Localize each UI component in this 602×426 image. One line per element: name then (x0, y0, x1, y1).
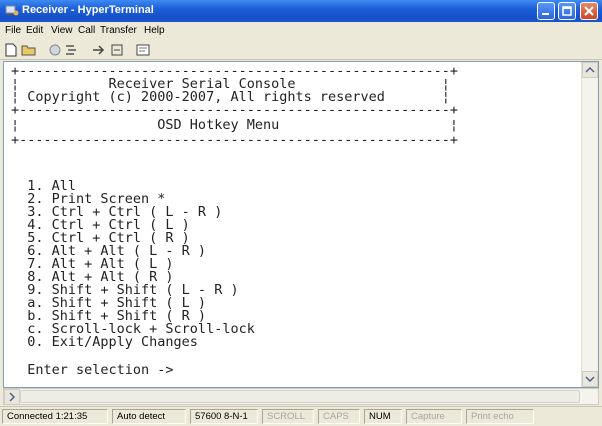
call-icon[interactable] (48, 43, 62, 57)
horizontal-scrollbar[interactable] (3, 388, 599, 405)
chevron-right-icon (9, 392, 16, 402)
status-capture: Capture (406, 409, 462, 424)
scroll-down-button[interactable] (582, 371, 598, 387)
status-bar: Connected 1:21:35 Auto detect 57600 8-N-… (0, 406, 602, 426)
scroll-up-button[interactable] (582, 62, 598, 78)
menu-file[interactable]: File (5, 25, 21, 36)
maximize-button[interactable] (558, 2, 576, 20)
terminal-line: +---------------------------------------… (11, 102, 459, 118)
title-bar: Receiver - HyperTerminal (0, 0, 602, 22)
new-file-icon[interactable] (5, 43, 17, 57)
status-num: NUM (364, 409, 402, 424)
status-scroll: SCROLL (262, 409, 314, 424)
terminal-line: +---------------------------------------… (11, 132, 459, 148)
menu-help[interactable]: Help (144, 25, 165, 36)
menu-transfer[interactable]: Transfer (100, 25, 137, 36)
window-title: Receiver - HyperTerminal (22, 4, 154, 16)
vertical-scrollbar[interactable] (581, 62, 598, 387)
status-detect: Auto detect (112, 409, 186, 424)
disconnect-icon[interactable] (64, 43, 78, 57)
menu-view[interactable]: View (51, 25, 73, 36)
menu-edit[interactable]: Edit (26, 25, 43, 36)
send-icon[interactable] (92, 43, 106, 57)
scroll-right-button[interactable] (4, 389, 20, 405)
scroll-thumb[interactable] (20, 390, 580, 403)
terminal-line: Enter selection -> (11, 362, 174, 378)
maximize-icon (562, 6, 572, 16)
open-folder-icon[interactable] (21, 43, 37, 57)
close-button[interactable] (580, 2, 598, 20)
minimize-icon (542, 13, 549, 15)
status-print-echo: Print echo (466, 409, 534, 424)
toolbar (0, 40, 602, 60)
status-settings: 57600 8-N-1 (190, 409, 258, 424)
terminal-screen[interactable]: +---------------------------------------… (4, 62, 581, 387)
close-icon (584, 6, 594, 16)
hyperterminal-icon (5, 5, 19, 16)
minimize-button[interactable] (537, 2, 555, 20)
chevron-down-icon (585, 376, 595, 383)
status-connected: Connected 1:21:35 (2, 409, 108, 424)
menu-call[interactable]: Call (78, 25, 95, 36)
terminal-line: 0. Exit/Apply Changes (11, 334, 198, 350)
terminal-line: ¦ OSD Hotkey Menu ¦ (11, 117, 459, 133)
receive-icon[interactable] (110, 43, 124, 57)
menu-bar: File Edit View Call Transfer Help (0, 22, 602, 40)
chevron-up-icon (585, 66, 595, 73)
status-caps: CAPS (318, 409, 360, 424)
properties-icon[interactable] (136, 43, 152, 57)
terminal-frame: +---------------------------------------… (3, 61, 599, 388)
